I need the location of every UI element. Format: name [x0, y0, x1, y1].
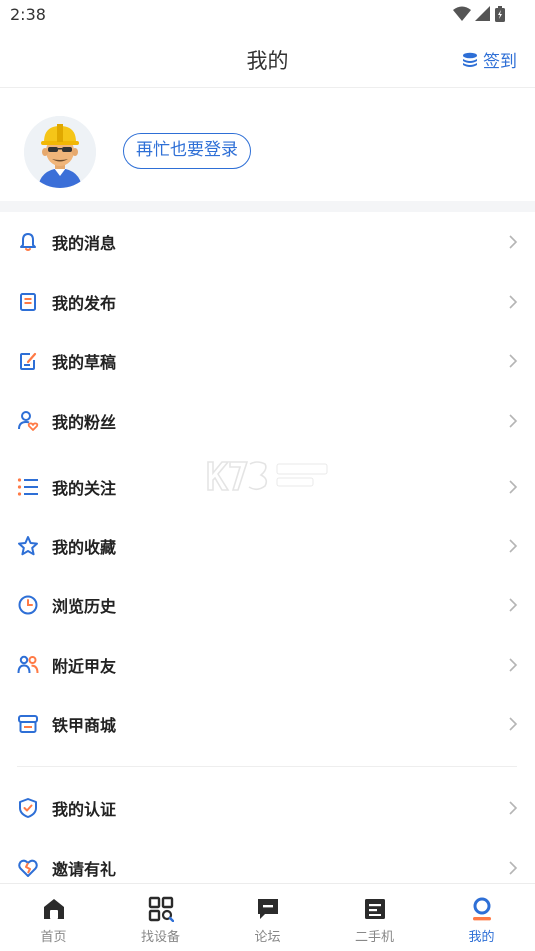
- section-divider: [0, 201, 535, 212]
- nav-item-used-machine[interactable]: 二手机: [321, 884, 428, 951]
- profile-section: 再忙也要登录: [0, 89, 535, 201]
- chevron-right-icon: [509, 861, 518, 875]
- checkin-button[interactable]: 签到: [462, 47, 517, 72]
- chevron-right-icon: [509, 658, 518, 672]
- menu-item-favorites[interactable]: 我的收藏: [0, 518, 535, 574]
- menu-item-posts[interactable]: 我的发布: [0, 274, 535, 330]
- chevron-right-icon: [509, 598, 518, 612]
- menu-label: 我的关注: [52, 479, 117, 498]
- battery-icon: [495, 6, 505, 22]
- chevron-right-icon: [509, 480, 518, 494]
- status-icons: [453, 6, 505, 22]
- menu-label: 浏览历史: [52, 597, 117, 616]
- heart-icon: [17, 857, 39, 879]
- chevron-right-icon: [509, 801, 518, 815]
- menu-item-shop[interactable]: 铁甲商城: [0, 696, 535, 752]
- menu-label: 邀请有礼: [52, 860, 117, 879]
- list-icon: [17, 476, 39, 498]
- profile-icon: [472, 897, 491, 921]
- chevron-right-icon: [509, 414, 518, 428]
- avatar[interactable]: [24, 116, 96, 188]
- menu-label: 我的消息: [52, 234, 117, 253]
- fans-icon: [17, 410, 39, 432]
- forum-icon: [257, 899, 278, 919]
- menu-item-nearby[interactable]: 附近甲友: [0, 637, 535, 693]
- menu-item-messages[interactable]: 我的消息: [0, 214, 535, 270]
- nav-label: 我的: [468, 930, 495, 945]
- status-bar: 2:38: [0, 0, 535, 30]
- login-button[interactable]: 再忙也要登录: [123, 133, 251, 169]
- menu-label: 我的粉丝: [52, 413, 117, 432]
- chevron-right-icon: [509, 717, 518, 731]
- nav-item-forum[interactable]: 论坛: [214, 884, 321, 951]
- chevron-right-icon: [509, 235, 518, 249]
- menu-item-history[interactable]: 浏览历史: [0, 577, 535, 633]
- menu-label: 我的草稿: [52, 353, 117, 372]
- nav-label: 论坛: [254, 930, 281, 945]
- checkin-label: 签到: [483, 52, 517, 72]
- nav-item-home[interactable]: 首页: [0, 884, 107, 951]
- menu-label: 附近甲友: [52, 657, 117, 676]
- chevron-right-icon: [509, 539, 518, 553]
- worker-avatar-icon: [24, 116, 96, 188]
- shop-icon: [17, 713, 39, 735]
- chevron-right-icon: [509, 354, 518, 368]
- menu-divider: [17, 766, 517, 767]
- watermark-logo: [207, 461, 328, 491]
- shield-check-icon: [17, 797, 39, 819]
- nav-item-find-device[interactable]: 找设备: [107, 884, 214, 951]
- menu-label: 我的发布: [52, 294, 117, 313]
- nav-item-mine[interactable]: 我的: [428, 884, 535, 951]
- clock-icon: [17, 594, 39, 616]
- people-icon: [17, 654, 39, 676]
- menu-item-drafts[interactable]: 我的草稿: [0, 333, 535, 389]
- used-machine-icon: [364, 899, 385, 919]
- home-icon: [43, 899, 64, 919]
- chevron-right-icon: [509, 295, 518, 309]
- page-header: 我的 签到: [0, 30, 535, 88]
- page-title: 我的: [246, 49, 289, 73]
- coins-icon: [463, 52, 477, 67]
- document-icon: [17, 291, 39, 313]
- status-time: 2:38: [10, 5, 46, 24]
- find-device-icon: [148, 896, 174, 922]
- menu-item-certification[interactable]: 我的认证: [0, 780, 535, 836]
- menu-label: 铁甲商城: [52, 716, 117, 735]
- star-icon: [17, 535, 39, 557]
- wifi-icon: [453, 6, 471, 21]
- menu-label: 我的收藏: [52, 538, 117, 557]
- nav-label: 二手机: [354, 930, 394, 945]
- menu-item-fans[interactable]: 我的粉丝: [0, 393, 535, 449]
- menu-label: 我的认证: [52, 800, 117, 819]
- bell-icon: [17, 231, 39, 253]
- draft-edit-icon: [17, 350, 39, 372]
- nav-label: 找设备: [140, 930, 180, 945]
- bottom-nav: 首页 找设备 论坛 二手机 我的: [0, 883, 535, 951]
- signal-icon: [475, 6, 490, 21]
- nav-label: 首页: [40, 930, 67, 945]
